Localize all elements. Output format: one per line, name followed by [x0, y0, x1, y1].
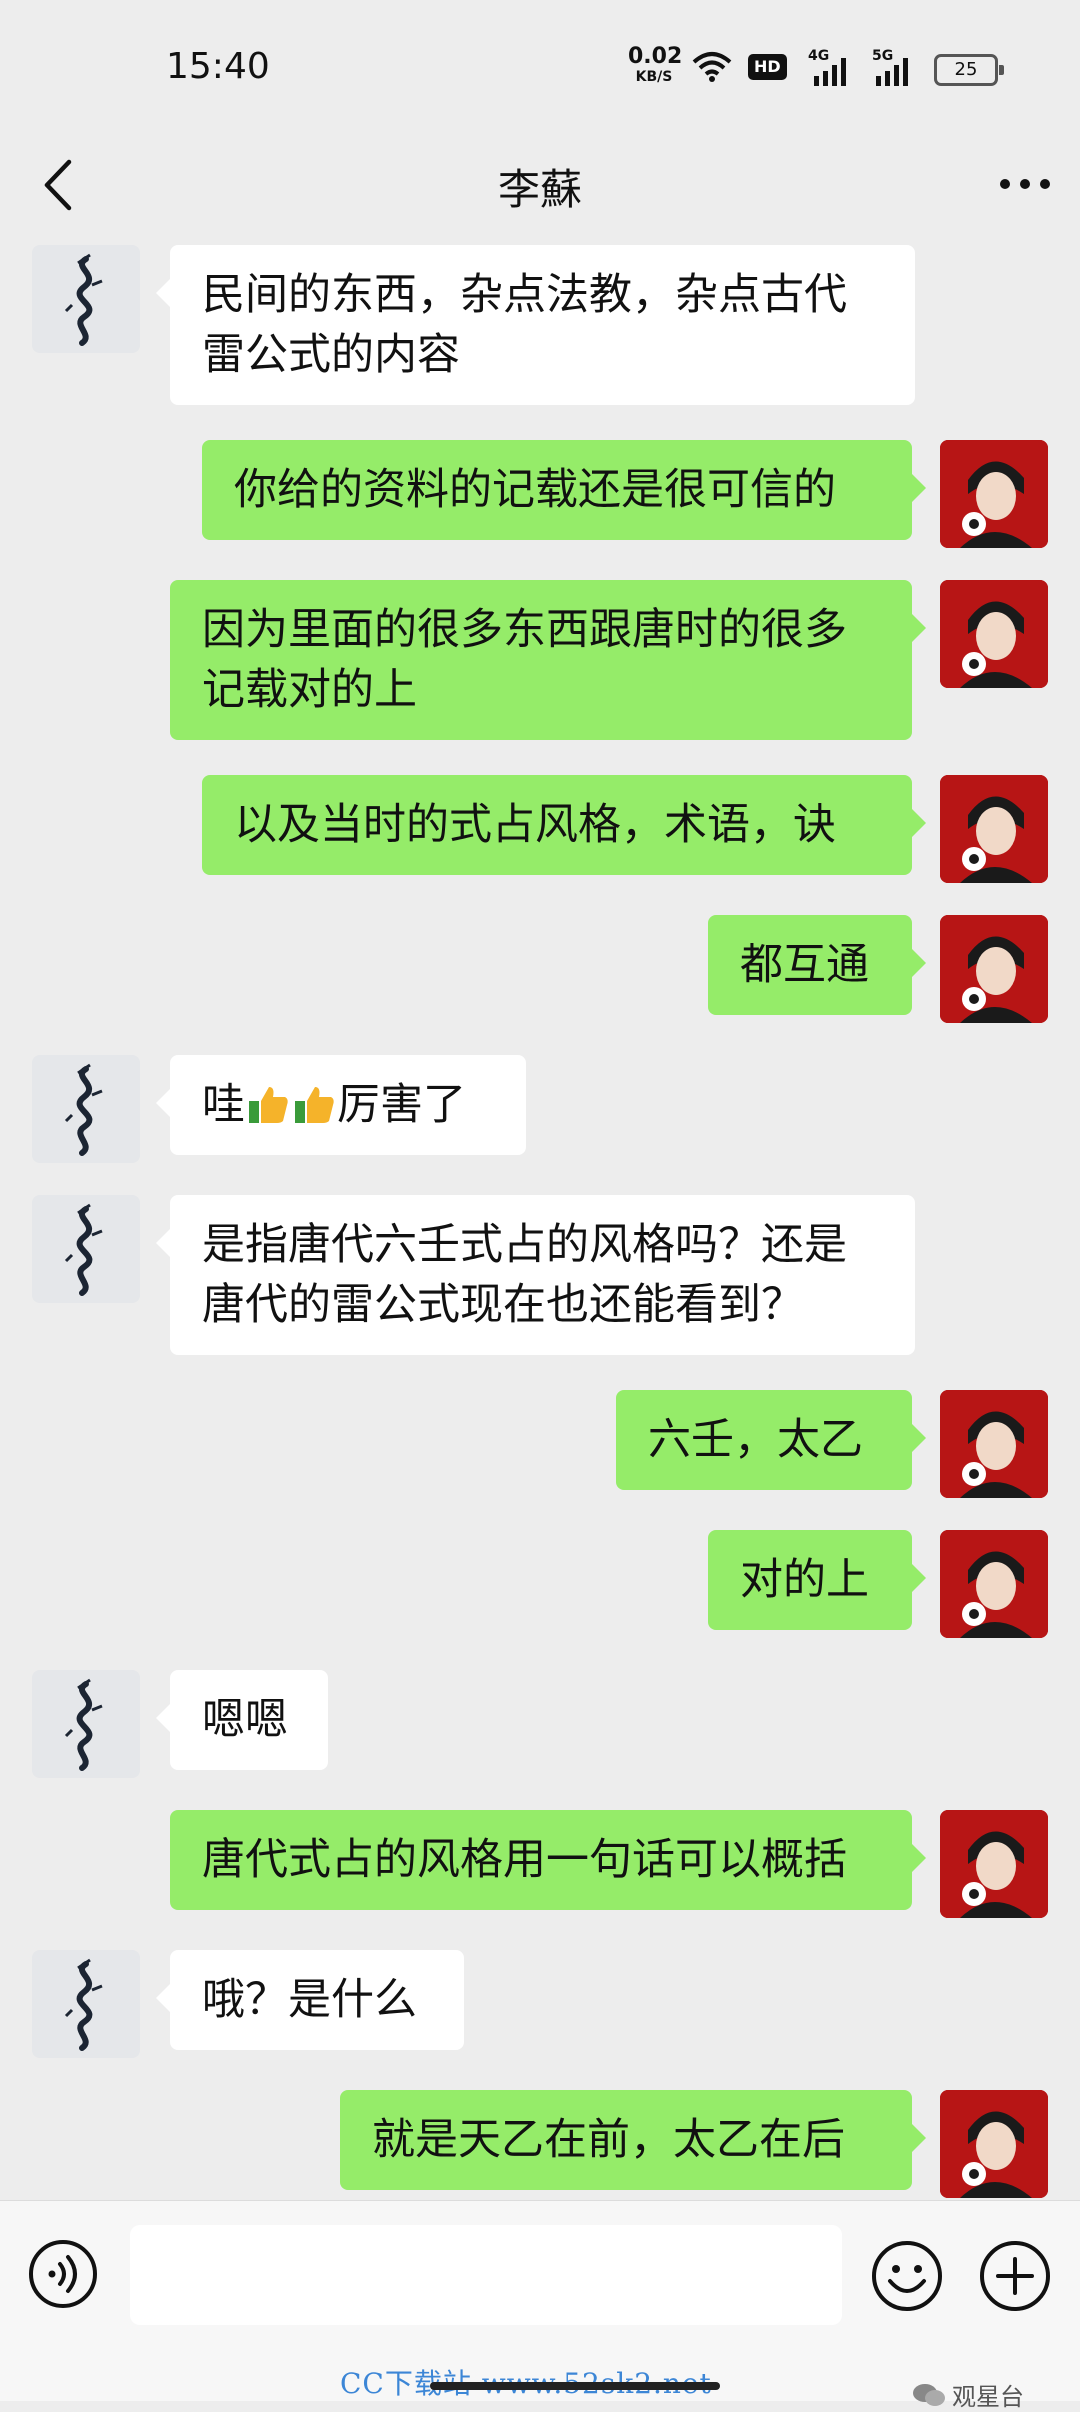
signal-icon: [814, 58, 846, 86]
emoji-button[interactable]: [870, 2239, 944, 2313]
message-row-incoming: 嗯嗯: [0, 1670, 1080, 1780]
message-row-incoming: 哇 厉害了: [0, 1055, 1080, 1165]
network-speed: 0.02 KB/S: [628, 44, 683, 85]
battery-indicator: 25: [934, 54, 1004, 86]
wifi-icon: [692, 52, 732, 82]
anime-character-avatar-icon: [940, 1530, 1048, 1638]
dragon-calligraphy-avatar-icon: [32, 1195, 140, 1303]
chat-title: 李蘇: [497, 165, 582, 214]
status-time: 15:40: [166, 46, 270, 87]
thumbs-up-icon: [249, 1087, 288, 1123]
network-speed-unit: KB/S: [635, 69, 673, 85]
anime-character-avatar-icon: [940, 775, 1048, 883]
message-bubble[interactable]: 民间的东西，杂点法教，杂点古代雷公式的内容: [156, 245, 915, 405]
chat-header: 李蘇: [0, 130, 1080, 240]
hd-badge: HD: [748, 54, 787, 80]
my-avatar[interactable]: [940, 440, 1048, 548]
contact-avatar[interactable]: [32, 245, 140, 353]
more-dots-icon: [1000, 179, 1050, 189]
message-row-incoming: 是指唐代六壬式占的风格吗？还是唐代的雷公式现在也还能看到？: [0, 1195, 1080, 1365]
message-bubble[interactable]: 嗯嗯: [156, 1670, 328, 1770]
network-speed-value: 0.02: [628, 44, 683, 69]
message-bubble[interactable]: 对的上: [708, 1530, 926, 1630]
dragon-calligraphy-avatar-icon: [32, 1055, 140, 1163]
message-text-input[interactable]: [130, 2225, 842, 2325]
message-row-outgoing: 对的上: [0, 1530, 1080, 1640]
anime-character-avatar-icon: [940, 440, 1048, 548]
my-avatar[interactable]: [940, 580, 1048, 688]
message-row-outgoing: 唐代式占的风格用一句话可以概括: [0, 1810, 1080, 1920]
my-avatar[interactable]: [940, 1530, 1048, 1638]
watermark-brand: 观星台: [912, 2377, 1024, 2412]
dragon-calligraphy-avatar-icon: [32, 245, 140, 353]
status-bar: 15:40 0.02 KB/S HD 4G 5G 25: [0, 0, 1080, 130]
contact-avatar[interactable]: [32, 1195, 140, 1303]
my-avatar[interactable]: [940, 2090, 1048, 2198]
voice-input-button[interactable]: [28, 2239, 98, 2309]
message-bubble[interactable]: 哇 厉害了: [156, 1055, 526, 1155]
message-bubble[interactable]: 以及当时的式占风格，术语，诀: [202, 775, 926, 875]
emoji-icon: [872, 2241, 942, 2311]
message-row-outgoing: 就是天乙在前，太乙在后: [0, 2090, 1080, 2200]
message-row-outgoing: 以及当时的式占风格，术语，诀: [0, 775, 1080, 885]
message-bubble[interactable]: 你给的资料的记载还是很可信的: [202, 440, 926, 540]
dragon-calligraphy-avatar-icon: [32, 1670, 140, 1778]
contact-avatar[interactable]: [32, 1670, 140, 1778]
my-avatar[interactable]: [940, 915, 1048, 1023]
anime-character-avatar-icon: [940, 1810, 1048, 1918]
contact-avatar[interactable]: [32, 1055, 140, 1163]
message-bubble[interactable]: 唐代式占的风格用一句话可以概括: [170, 1810, 926, 1910]
signal-icon: [876, 58, 908, 86]
chevron-left-icon: [44, 159, 72, 211]
message-row-outgoing: 六壬，太乙: [0, 1390, 1080, 1500]
more-options-button[interactable]: [990, 154, 1060, 214]
message-bubble[interactable]: 都互通: [708, 915, 926, 1015]
message-bubble[interactable]: 哦？是什么: [156, 1950, 464, 2050]
wechat-logo-icon: [913, 2383, 945, 2406]
my-avatar[interactable]: [940, 1810, 1048, 1918]
dragon-calligraphy-avatar-icon: [32, 1950, 140, 2058]
message-row-incoming: 哦？是什么: [0, 1950, 1080, 2060]
home-indicator[interactable]: [430, 2382, 720, 2390]
anime-character-avatar-icon: [940, 2090, 1048, 2198]
my-avatar[interactable]: [940, 775, 1048, 883]
message-text: 厉害了: [337, 1080, 466, 1130]
anime-character-avatar-icon: [940, 580, 1048, 688]
watermark-brand-text: 观星台: [952, 2383, 1024, 2411]
voice-icon: [29, 2240, 97, 2308]
thumbs-up-icon: [295, 1087, 334, 1123]
message-row-outgoing: 你给的资料的记载还是很可信的: [0, 440, 1080, 550]
message-row-incoming: 民间的东西，杂点法教，杂点古代雷公式的内容: [0, 245, 1080, 415]
message-text: 哇: [202, 1080, 245, 1130]
plus-icon: [980, 2241, 1050, 2311]
back-button[interactable]: [28, 150, 88, 220]
message-bubble[interactable]: 因为里面的很多东西跟唐时的很多记载对的上: [170, 580, 926, 740]
message-bubble[interactable]: 六壬，太乙: [616, 1390, 926, 1490]
contact-avatar[interactable]: [32, 1950, 140, 2058]
chat-message-list[interactable]: 民间的东西，杂点法教，杂点古代雷公式的内容 你给的资料的记载还是很可信的 因为里…: [0, 240, 1080, 2200]
message-bubble[interactable]: 是指唐代六壬式占的风格吗？还是唐代的雷公式现在也还能看到？: [156, 1195, 915, 1355]
anime-character-avatar-icon: [940, 915, 1048, 1023]
message-bubble[interactable]: 就是天乙在前，太乙在后: [340, 2090, 926, 2190]
message-row-outgoing: 都互通: [0, 915, 1080, 1025]
anime-character-avatar-icon: [940, 1390, 1048, 1498]
my-avatar[interactable]: [940, 1390, 1048, 1498]
more-actions-button[interactable]: [978, 2239, 1052, 2313]
message-row-outgoing: 因为里面的很多东西跟唐时的很多记载对的上: [0, 580, 1080, 750]
